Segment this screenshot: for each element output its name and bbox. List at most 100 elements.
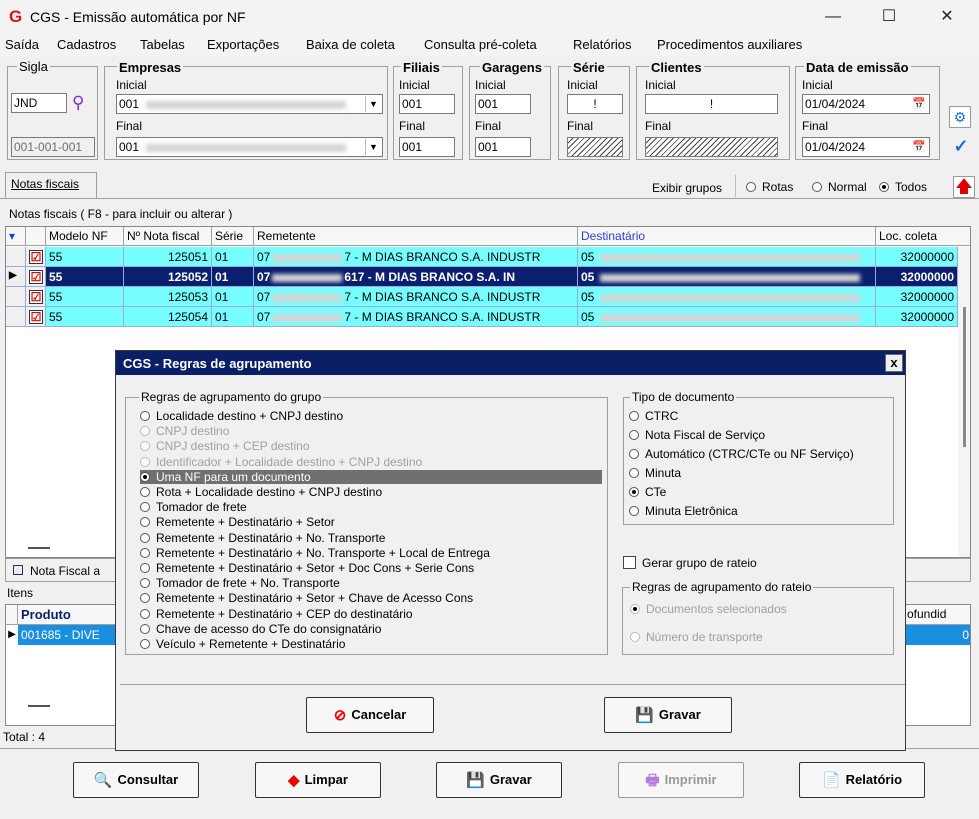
tipo-documento-radio[interactable]: Minuta: [629, 466, 681, 480]
close-button[interactable]: ✕: [924, 0, 970, 34]
data-final-input[interactable]: 01/04/2024 📅: [802, 137, 930, 157]
grid-scrollbar[interactable]: [958, 247, 970, 557]
save-button[interactable]: 💾 Gravar: [604, 697, 732, 733]
menu-relatorios[interactable]: Relatórios: [573, 37, 632, 52]
serie-final-input[interactable]: [567, 137, 623, 157]
menu-exportacoes[interactable]: Exportações: [207, 37, 279, 52]
tipo-documento-radio[interactable]: Minuta Eletrônica: [629, 504, 738, 518]
regra-radio[interactable]: CNPJ destino + CEP destino: [140, 439, 310, 453]
calendar-icon[interactable]: 📅: [912, 140, 926, 153]
checkbox-checked-icon[interactable]: ☑: [29, 270, 43, 284]
checkbox-checked-icon[interactable]: ☑: [29, 290, 43, 304]
regra-radio[interactable]: Remetente + Destinatário + CEP do destin…: [140, 607, 413, 621]
consultar-button[interactable]: 🔍 Consultar: [73, 762, 199, 798]
cliente-final-input[interactable]: [645, 137, 778, 157]
scrollbar-thumb[interactable]: [963, 307, 966, 447]
garagem-final-input[interactable]: 001: [475, 137, 531, 157]
regra-radio[interactable]: Remetente + Destinatário + Setor + Chave…: [140, 591, 473, 605]
row-checkbox-cell[interactable]: ☑: [26, 307, 46, 327]
produto-cell[interactable]: 001685 - DIVE: [18, 625, 120, 645]
col-modelo-nf[interactable]: Modelo NF: [46, 227, 124, 246]
minimize-button[interactable]: —: [810, 0, 856, 34]
regra-radio[interactable]: Chave de acesso do CTe do consignatário: [140, 622, 381, 636]
menu-consulta-pre-coleta[interactable]: Consulta pré-coleta: [424, 37, 537, 52]
cell-modelo: 55: [46, 267, 124, 287]
col-serie[interactable]: Série: [212, 227, 254, 246]
menu-cadastros[interactable]: Cadastros: [57, 37, 116, 52]
tipo-documento-radio[interactable]: CTe: [629, 485, 666, 499]
maximize-button[interactable]: ☐: [866, 0, 912, 34]
gear-icon[interactable]: ⚙: [949, 106, 971, 128]
regra-radio[interactable]: Identificador + Localidade destino + CNP…: [140, 455, 422, 469]
table-row[interactable]: ☑ 55 125051 01 07 7 - M DIAS BRANCO S.A. INDU…: [6, 247, 970, 267]
menu-saida[interactable]: Saída: [5, 37, 39, 52]
imprimir-button[interactable]: 🖶 Imprimir: [618, 762, 744, 798]
cell-serie: 01: [212, 307, 254, 327]
limpar-button[interactable]: ◆ Limpar: [255, 762, 381, 798]
tab-notas-fiscais[interactable]: Notas fiscais: [5, 172, 97, 198]
regra-radio[interactable]: Tomador de frete + No. Transporte: [140, 576, 340, 590]
serie-inicial-input[interactable]: !: [567, 94, 623, 114]
tab-nota-fiscal[interactable]: Nota Fiscal a: [30, 564, 100, 578]
table-row[interactable]: ▶ ☑ 55 125052 01 07 617 - M DIAS BRANCO S.A. I…: [6, 267, 970, 287]
rateio-numero-transporte-radio[interactable]: Número de transporte: [630, 630, 763, 644]
chevron-down-icon[interactable]: ▼: [365, 139, 381, 155]
col-profundidade[interactable]: ofundid: [904, 605, 970, 625]
menu-tabelas[interactable]: Tabelas: [140, 37, 185, 52]
row-checkbox-cell[interactable]: ☑: [26, 247, 46, 267]
cliente-inicial-input[interactable]: !: [645, 94, 778, 114]
checkbox-checked-icon[interactable]: ☑: [29, 250, 43, 264]
checkbox-checked-icon[interactable]: ☑: [29, 310, 43, 324]
col-produto[interactable]: Produto: [18, 605, 120, 625]
col-destinatario[interactable]: Destinatário: [578, 227, 876, 246]
col-remetente[interactable]: Remetente: [254, 227, 578, 246]
regra-radio[interactable]: Remetente + Destinatário + No. Transport…: [140, 546, 490, 560]
tipo-documento-radio[interactable]: Automático (CTRC/CTe ou NF Serviço): [629, 447, 854, 461]
grupo-rotas-radio[interactable]: Rotas: [746, 180, 793, 194]
regra-radio[interactable]: CNPJ destino: [140, 424, 229, 438]
regra-radio[interactable]: Localidade destino + CNPJ destino: [140, 409, 343, 423]
rateio-documentos-radio[interactable]: Documentos selecionados: [630, 602, 787, 616]
table-row[interactable]: ☑ 55 125053 01 07 7 - M DIAS BRANCO S.A. INDU…: [6, 287, 970, 307]
row-checkbox-cell[interactable]: ☑: [26, 267, 46, 287]
tipo-documento-radio[interactable]: Nota Fiscal de Serviço: [629, 428, 765, 442]
tipo-documento-radio[interactable]: CTRC: [629, 409, 678, 423]
gravar-button[interactable]: 💾 Gravar: [436, 762, 562, 798]
splitter-handle[interactable]: [28, 705, 50, 707]
gerar-rateio-checkbox[interactable]: [623, 556, 636, 569]
profundidade-cell[interactable]: 0: [904, 625, 970, 645]
relatorio-button[interactable]: 📄 Relatório: [799, 762, 925, 798]
filial-inicial-input[interactable]: 001: [399, 94, 455, 114]
dialog-close-button[interactable]: x: [885, 354, 903, 372]
empresa-final-select[interactable]: 001 ▼: [116, 137, 383, 157]
menu-baixa-coleta[interactable]: Baixa de coleta: [306, 37, 395, 52]
divider: [120, 684, 905, 685]
chevron-down-icon[interactable]: ▼: [365, 96, 381, 112]
empresa-inicial-select[interactable]: 001 ▼: [116, 94, 383, 114]
regra-radio[interactable]: Remetente + Destinatário + Setor + Doc C…: [140, 561, 474, 575]
check-icon[interactable]: ✓: [949, 136, 973, 158]
regra-radio[interactable]: Uma NF para um documento: [140, 469, 602, 484]
table-row[interactable]: ☑ 55 125054 01 07 7 - M DIAS BRANCO S.A. INDU…: [6, 307, 970, 327]
grid-selector-header[interactable]: ▾: [6, 227, 26, 246]
col-loc-coleta[interactable]: Loc. coleta: [876, 227, 970, 246]
grupo-todos-radio[interactable]: Todos: [879, 180, 927, 194]
regra-radio[interactable]: Veículo + Remetente + Destinatário: [140, 637, 345, 651]
menu-procedimentos[interactable]: Procedimentos auxiliares: [657, 37, 802, 52]
cancel-button[interactable]: ⊘ Cancelar: [306, 697, 434, 733]
arrow-up-icon[interactable]: 🡅: [953, 176, 975, 198]
sigla-input[interactable]: JND: [11, 93, 67, 113]
search-icon[interactable]: ⚲: [72, 93, 84, 113]
col-nota-fiscal[interactable]: Nº Nota fiscal: [124, 227, 212, 246]
regra-radio[interactable]: Rota + Localidade destino + CNPJ destino: [140, 485, 382, 499]
regra-radio[interactable]: Remetente + Destinatário + Setor: [140, 515, 335, 529]
regra-radio[interactable]: Tomador de frete: [140, 500, 247, 514]
row-checkbox-cell[interactable]: ☑: [26, 287, 46, 307]
calendar-icon[interactable]: 📅: [912, 97, 926, 110]
grupo-normal-radio[interactable]: Normal: [812, 180, 867, 194]
regra-radio[interactable]: Remetente + Destinatário + No. Transport…: [140, 531, 385, 545]
garagem-inicial-input[interactable]: 001: [475, 94, 531, 114]
splitter-handle[interactable]: [28, 547, 50, 549]
data-inicial-input[interactable]: 01/04/2024 📅: [802, 94, 930, 114]
filial-final-input[interactable]: 001: [399, 137, 455, 157]
